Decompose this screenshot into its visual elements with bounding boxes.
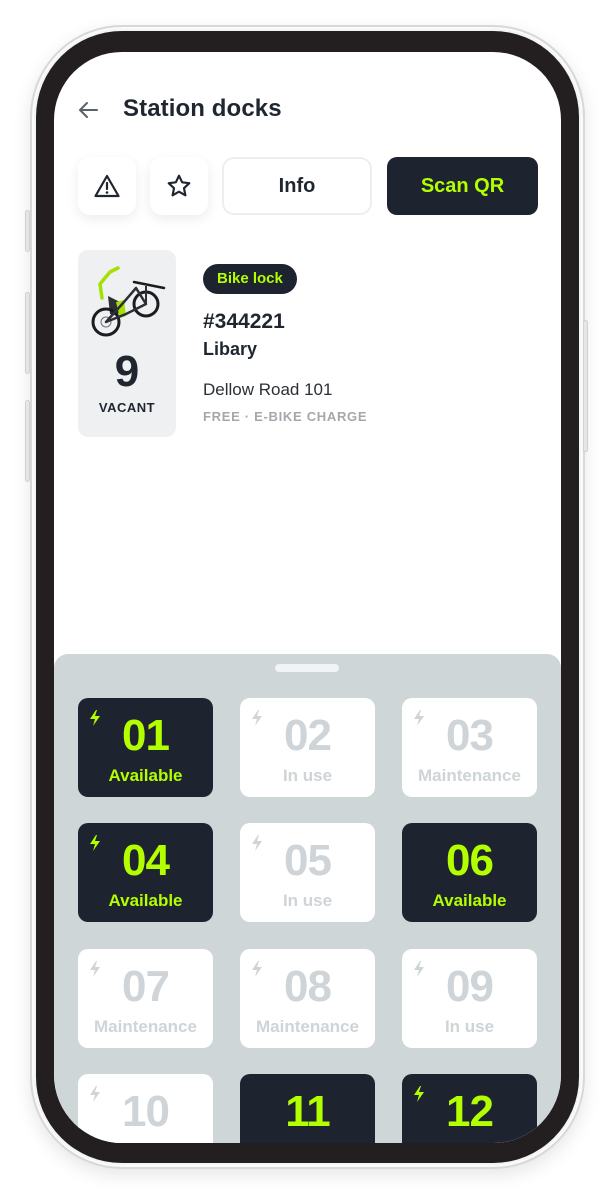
lightning-bolt-icon (252, 710, 262, 726)
dock-tile-12[interactable]: 12 Available (402, 1074, 537, 1143)
dock-number: 05 (284, 836, 332, 885)
docks-bottom-sheet: 01 Available 02 In use 03 Maintenance 04 Availa… (54, 654, 561, 1143)
dock-tile-01[interactable]: 01 Available (78, 698, 213, 797)
dock-status: Maintenance (418, 766, 521, 785)
dock-status: Available (432, 1142, 506, 1143)
dock-tile-02[interactable]: 02 In use (240, 698, 375, 797)
star-outline-icon (167, 174, 191, 197)
header: Station docks (54, 90, 561, 130)
action-bar: Info Scan QR (78, 157, 538, 215)
bike-dock-illustration (91, 266, 166, 337)
dock-tile-06[interactable]: 06 Available (402, 823, 537, 922)
dock-number: 09 (446, 962, 494, 1011)
favorite-button[interactable] (150, 157, 208, 215)
station-id: #344221 (203, 310, 285, 333)
dock-number: 06 (446, 836, 494, 885)
vacant-count: 9 (114, 347, 140, 396)
back-button[interactable] (74, 96, 102, 124)
dock-tile-11[interactable]: 11 Available (240, 1074, 375, 1143)
app-screen: Station docks Info Scan QR 9 VACANT Bike… (54, 52, 561, 1143)
lightning-bolt-icon (90, 835, 100, 851)
dock-type-badge: Bike lock (203, 264, 297, 294)
dock-tile-09[interactable]: 09 In use (402, 949, 537, 1048)
lightning-bolt-icon (90, 1086, 100, 1102)
scan-qr-button[interactable]: Scan QR (387, 157, 538, 215)
dock-number: 07 (122, 962, 170, 1011)
dock-status: Available (108, 766, 183, 785)
dock-tile-05[interactable]: 05 In use (240, 823, 375, 922)
dock-tile-04[interactable]: 04 Available (78, 823, 213, 922)
station-tags: FREE · E-BIKE CHARGE (203, 409, 368, 424)
dock-number: 03 (446, 711, 494, 760)
dock-tile-08[interactable]: 08 Maintenance (240, 949, 375, 1048)
info-button[interactable]: Info (222, 157, 372, 215)
dock-status: In use (282, 891, 333, 910)
lightning-bolt-icon (252, 835, 262, 851)
lightning-bolt-icon (414, 710, 424, 726)
phone-side-button-mute (25, 210, 30, 252)
lightning-bolt-icon (414, 1086, 424, 1102)
dock-status: Maintenance (256, 1017, 359, 1036)
station-thumbnail: 9 VACANT (78, 250, 176, 437)
dock-status: Available (108, 891, 183, 910)
station-name: Libary (203, 339, 258, 359)
station-address: Dellow Road 101 (203, 380, 333, 399)
lightning-bolt-icon (252, 961, 262, 977)
dock-status: Available (432, 891, 507, 910)
dock-status: Available (270, 1142, 344, 1143)
phone-side-button-volume-up (25, 292, 30, 374)
dock-tile-03[interactable]: 03 Maintenance (402, 698, 537, 797)
dock-number: 08 (284, 962, 332, 1011)
vacant-label: VACANT (98, 400, 156, 415)
dock-tile-07[interactable]: 07 Maintenance (78, 949, 213, 1048)
report-issue-button[interactable] (78, 157, 136, 215)
dock-number: 04 (122, 836, 170, 885)
sheet-drag-handle[interactable] (275, 664, 339, 672)
dock-tile-10[interactable]: 10 (78, 1074, 213, 1143)
lightning-bolt-icon (90, 710, 100, 726)
dock-number: 12 (446, 1087, 494, 1136)
phone-side-button-volume-down (25, 400, 30, 482)
dock-status: In use (282, 766, 333, 785)
phone-side-button-power (583, 320, 588, 452)
page-title: Station docks (123, 95, 282, 122)
dock-number: 01 (122, 711, 170, 760)
dock-number: 02 (284, 711, 332, 760)
lightning-bolt-icon (90, 961, 100, 977)
dock-status: Maintenance (94, 1017, 197, 1036)
dock-number: 11 (285, 1087, 331, 1136)
arrow-left-icon (79, 102, 98, 118)
dock-status: In use (444, 1017, 495, 1036)
warning-triangle-icon (94, 174, 120, 198)
dock-number: 10 (122, 1087, 170, 1136)
lightning-bolt-icon (414, 961, 424, 977)
